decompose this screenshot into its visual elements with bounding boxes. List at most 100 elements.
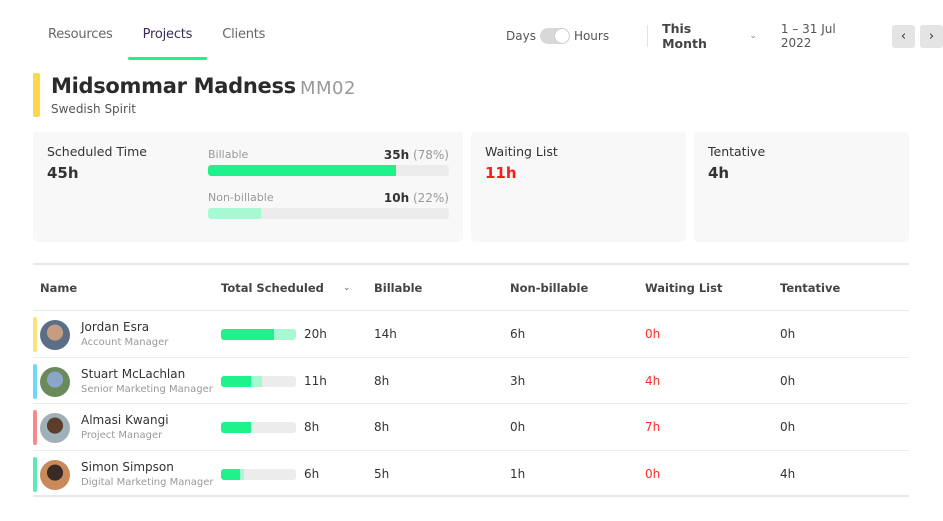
non-billable-value: 1h	[510, 466, 526, 481]
non-billable-segment	[251, 375, 263, 387]
waiting-total: 11h	[485, 164, 517, 182]
tab-resources[interactable]: Resources	[48, 27, 113, 50]
non-billable-value: 0h	[510, 420, 526, 434]
waiting-list-value: 7h	[645, 420, 661, 434]
toggle-knob	[554, 29, 569, 43]
chevron-right-icon: ›	[928, 28, 935, 44]
person-color-bar	[33, 410, 37, 445]
card-title: Tentative	[708, 144, 766, 159]
tab-clients[interactable]: Clients	[222, 27, 265, 50]
total-scheduled-bar	[221, 375, 296, 387]
non-billable-track	[208, 208, 449, 219]
avatar	[40, 413, 70, 443]
sort-chevron-icon[interactable]: ⌄	[343, 283, 351, 293]
billable-segment	[221, 375, 251, 387]
table-body: Jordan Esra Account Manager 20h 14h 6h 0…	[33, 311, 909, 497]
total-scheduled-value: 11h	[304, 373, 327, 388]
toggle-hours-label: Hours	[573, 29, 610, 43]
tentative-value: 0h	[780, 420, 796, 434]
tentative-total: 4h	[708, 164, 730, 182]
billable-value: 5h	[374, 466, 390, 481]
date-range: 1 – 31 Jul 2022	[780, 22, 836, 50]
table-header: Name Total Scheduled ⌄ Billable Non-bill…	[33, 265, 909, 311]
person-color-bar	[33, 317, 37, 352]
tentative-value: 4h	[780, 466, 796, 481]
tentative-value: 0h	[780, 373, 796, 388]
days-hours-toggle[interactable]	[539, 28, 570, 44]
person-role: Account Manager	[81, 337, 169, 348]
non-billable-percent: (22%)	[412, 191, 449, 205]
column-name[interactable]: Name	[40, 281, 77, 295]
period-dropdown[interactable]: This Month ⌄	[662, 21, 757, 51]
total-scheduled-value: 20h	[304, 327, 327, 341]
avatar	[40, 320, 70, 350]
table-row[interactable]: Simon Simpson Digital Marketing Manager …	[33, 451, 909, 497]
column-billable[interactable]: Billable	[374, 281, 422, 295]
billable-track	[208, 165, 449, 176]
waiting-list-value: 0h	[645, 466, 661, 481]
non-billable-hours: 10h	[383, 191, 410, 205]
card-title: Waiting List	[485, 144, 558, 159]
billable-hours: 35h	[383, 148, 410, 162]
scheduled-time-card: Scheduled Time 45h Billable 35h (78%) No…	[33, 132, 463, 242]
waiting-list-value: 0h	[645, 327, 661, 341]
table-row[interactable]: Stuart McLachlan Senior Marketing Manage…	[33, 358, 909, 404]
billable-segment	[221, 329, 274, 340]
billable-value: 14h	[374, 327, 397, 341]
billable-label: Billable	[208, 148, 249, 161]
project-title: Midsommar Madness	[51, 74, 296, 98]
toggle-days-label: Days	[506, 29, 536, 43]
view-controls: Days Hours This Month ⌄ 1 – 31 Jul 2022 …	[506, 21, 943, 51]
column-non-billable[interactable]: Non-billable	[510, 281, 588, 295]
column-total-scheduled[interactable]: Total Scheduled	[221, 281, 324, 295]
table-row[interactable]: Jordan Esra Account Manager 20h 14h 6h 0…	[33, 311, 909, 358]
billable-value: 8h	[374, 373, 390, 388]
project-code: MM02	[300, 78, 356, 99]
person-role: Senior Marketing Manager	[81, 383, 213, 395]
person-color-bar	[33, 363, 37, 399]
tentative-value: 0h	[780, 327, 796, 341]
total-scheduled-value: 8h	[304, 420, 320, 434]
avatar	[40, 459, 70, 490]
tab-projects[interactable]: Projects	[127, 27, 207, 60]
non-billable-segment	[239, 468, 244, 480]
tentative-card: Tentative 4h	[694, 132, 909, 242]
non-billable-value: 6h	[510, 327, 526, 341]
billable-segment	[221, 468, 240, 480]
billable-meter: Billable 35h (78%)	[208, 148, 449, 176]
non-billable-fill	[208, 208, 262, 219]
person-name[interactable]: Simon Simpson	[81, 460, 174, 474]
column-waiting-list[interactable]: Waiting List	[645, 281, 722, 295]
waiting-list-card: Waiting List 11h	[471, 132, 686, 242]
total-scheduled-bar	[221, 468, 296, 480]
previous-period-button[interactable]: ‹	[892, 24, 916, 48]
person-name[interactable]: Almasi Kwangi	[81, 413, 169, 427]
person-name[interactable]: Stuart McLachlan	[81, 367, 185, 381]
person-role: Project Manager	[81, 430, 163, 441]
card-title: Scheduled Time	[47, 144, 147, 159]
people-table: Name Total Scheduled ⌄ Billable Non-bill…	[33, 263, 909, 497]
person-color-bar	[33, 456, 37, 492]
divider	[647, 25, 649, 47]
non-billable-label: Non-billable	[208, 191, 274, 204]
table-row[interactable]: Almasi Kwangi Project Manager 8h 8h 0h 7…	[33, 404, 909, 451]
period-label: This Month	[662, 21, 707, 51]
project-color-bar	[33, 73, 40, 117]
column-tentative[interactable]: Tentative	[780, 281, 840, 295]
person-role: Digital Marketing Manager	[81, 476, 214, 488]
next-period-button[interactable]: ›	[920, 24, 943, 48]
total-scheduled-bar	[221, 422, 296, 433]
non-billable-meter: Non-billable 10h (22%)	[208, 191, 449, 219]
total-scheduled-value: 6h	[304, 466, 320, 481]
person-name[interactable]: Jordan Esra	[81, 320, 149, 334]
billable-segment	[221, 422, 251, 433]
total-scheduled-bar	[221, 329, 296, 340]
billable-percent: (78%)	[412, 148, 449, 162]
chevron-left-icon: ‹	[900, 28, 907, 44]
top-tabs: Resources Projects Clients	[48, 27, 295, 60]
project-client: Swedish Spirit	[51, 102, 136, 116]
avatar	[40, 366, 70, 397]
billable-value: 8h	[374, 420, 390, 434]
scheduled-total: 45h	[47, 164, 79, 182]
billable-fill	[208, 165, 396, 176]
